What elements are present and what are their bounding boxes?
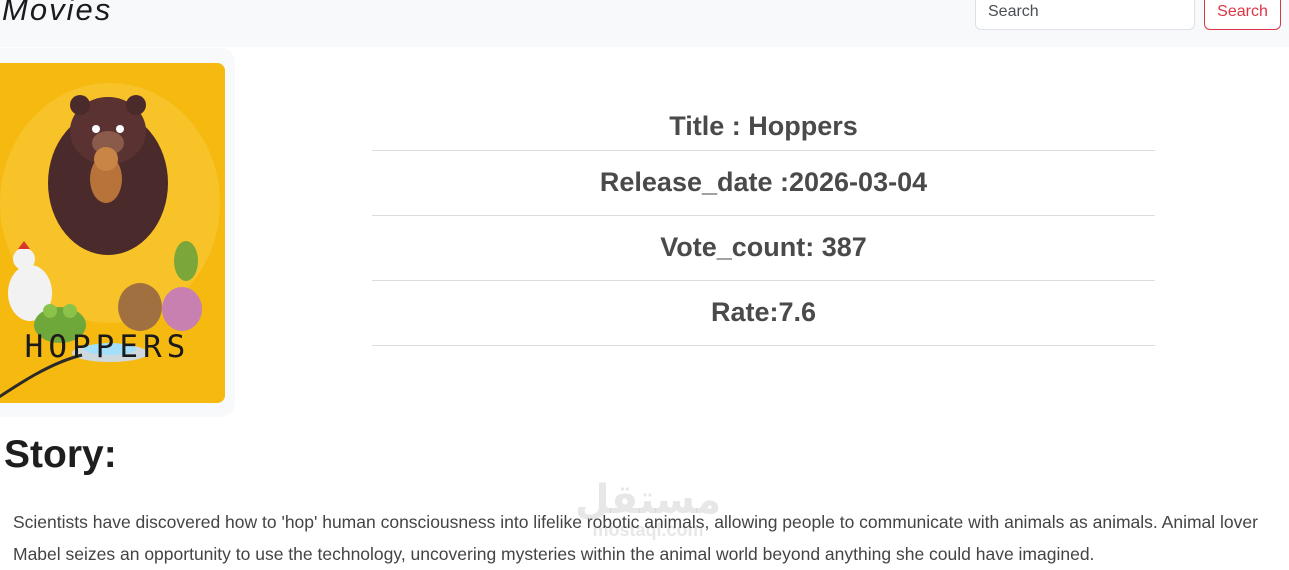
- movie-details: Title : Hoppers Release_date :2026-03-04…: [372, 95, 1155, 346]
- movie-rate: Rate:7.6: [372, 281, 1155, 346]
- movie-vote-count: Vote_count: 387: [372, 216, 1155, 281]
- movie-release-date: Release_date :2026-03-04: [372, 151, 1155, 216]
- movie-poster: HOPPERS: [0, 63, 225, 403]
- navbar: Movies Search: [0, 0, 1289, 47]
- story-text: Scientists have discovered how to 'hop' …: [13, 512, 1258, 564]
- search-button[interactable]: Search: [1204, 0, 1281, 30]
- search-input[interactable]: [975, 0, 1195, 30]
- movie-title: Title : Hoppers: [372, 95, 1155, 151]
- navbar-brand[interactable]: Movies: [2, 0, 112, 28]
- story-heading: Story:: [4, 433, 117, 476]
- poster-title: HOPPERS: [24, 329, 191, 365]
